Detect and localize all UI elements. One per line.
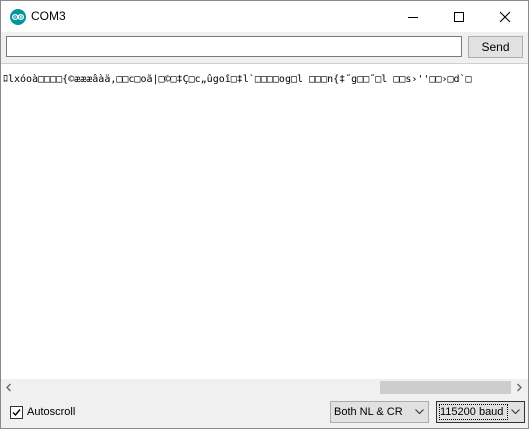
chevron-down-icon (415, 409, 424, 415)
send-input[interactable] (6, 36, 462, 57)
scrollbar-thumb[interactable] (380, 381, 511, 394)
baud-rate-value: 115200 baud (440, 406, 504, 418)
line-ending-value: Both NL & CR (334, 406, 403, 418)
autoscroll-label: Autoscroll (27, 406, 76, 418)
close-icon (499, 11, 511, 23)
autoscroll-checkbox[interactable] (10, 406, 23, 419)
baud-rate-select[interactable]: 115200 baud (436, 401, 525, 423)
window-title: COM3 (31, 9, 66, 23)
status-bar: Autoscroll Both NL & CR 115200 baud (1, 397, 528, 428)
serial-monitor-window: COM3 Send ﾛlxóoà□□□□{©æææâàä,□□c□oã|□©□‡… (0, 0, 529, 429)
chevron-down-icon (511, 409, 520, 415)
minimize-icon (408, 17, 418, 18)
minimize-button[interactable] (390, 1, 436, 32)
maximize-button[interactable] (436, 1, 482, 32)
send-button[interactable]: Send (468, 36, 523, 58)
horizontal-scrollbar[interactable] (1, 379, 528, 396)
maximize-icon (454, 12, 464, 22)
line-ending-select[interactable]: Both NL & CR (330, 401, 429, 423)
checkmark-icon (12, 409, 21, 417)
arduino-icon (10, 9, 26, 25)
chevron-right-icon[interactable] (514, 382, 524, 393)
title-bar: COM3 (1, 1, 528, 32)
close-button[interactable] (482, 1, 528, 32)
serial-output-area[interactable]: ﾛlxóoà□□□□{©æææâàä,□□c□oã|□©□‡Ç□c„ûgoî□‡… (1, 63, 528, 380)
serial-output-text: ﾛlxóoà□□□□{©æææâàä,□□c□oã|□©□‡Ç□c„ûgoî□‡… (3, 74, 472, 85)
chevron-left-icon[interactable] (4, 382, 14, 393)
